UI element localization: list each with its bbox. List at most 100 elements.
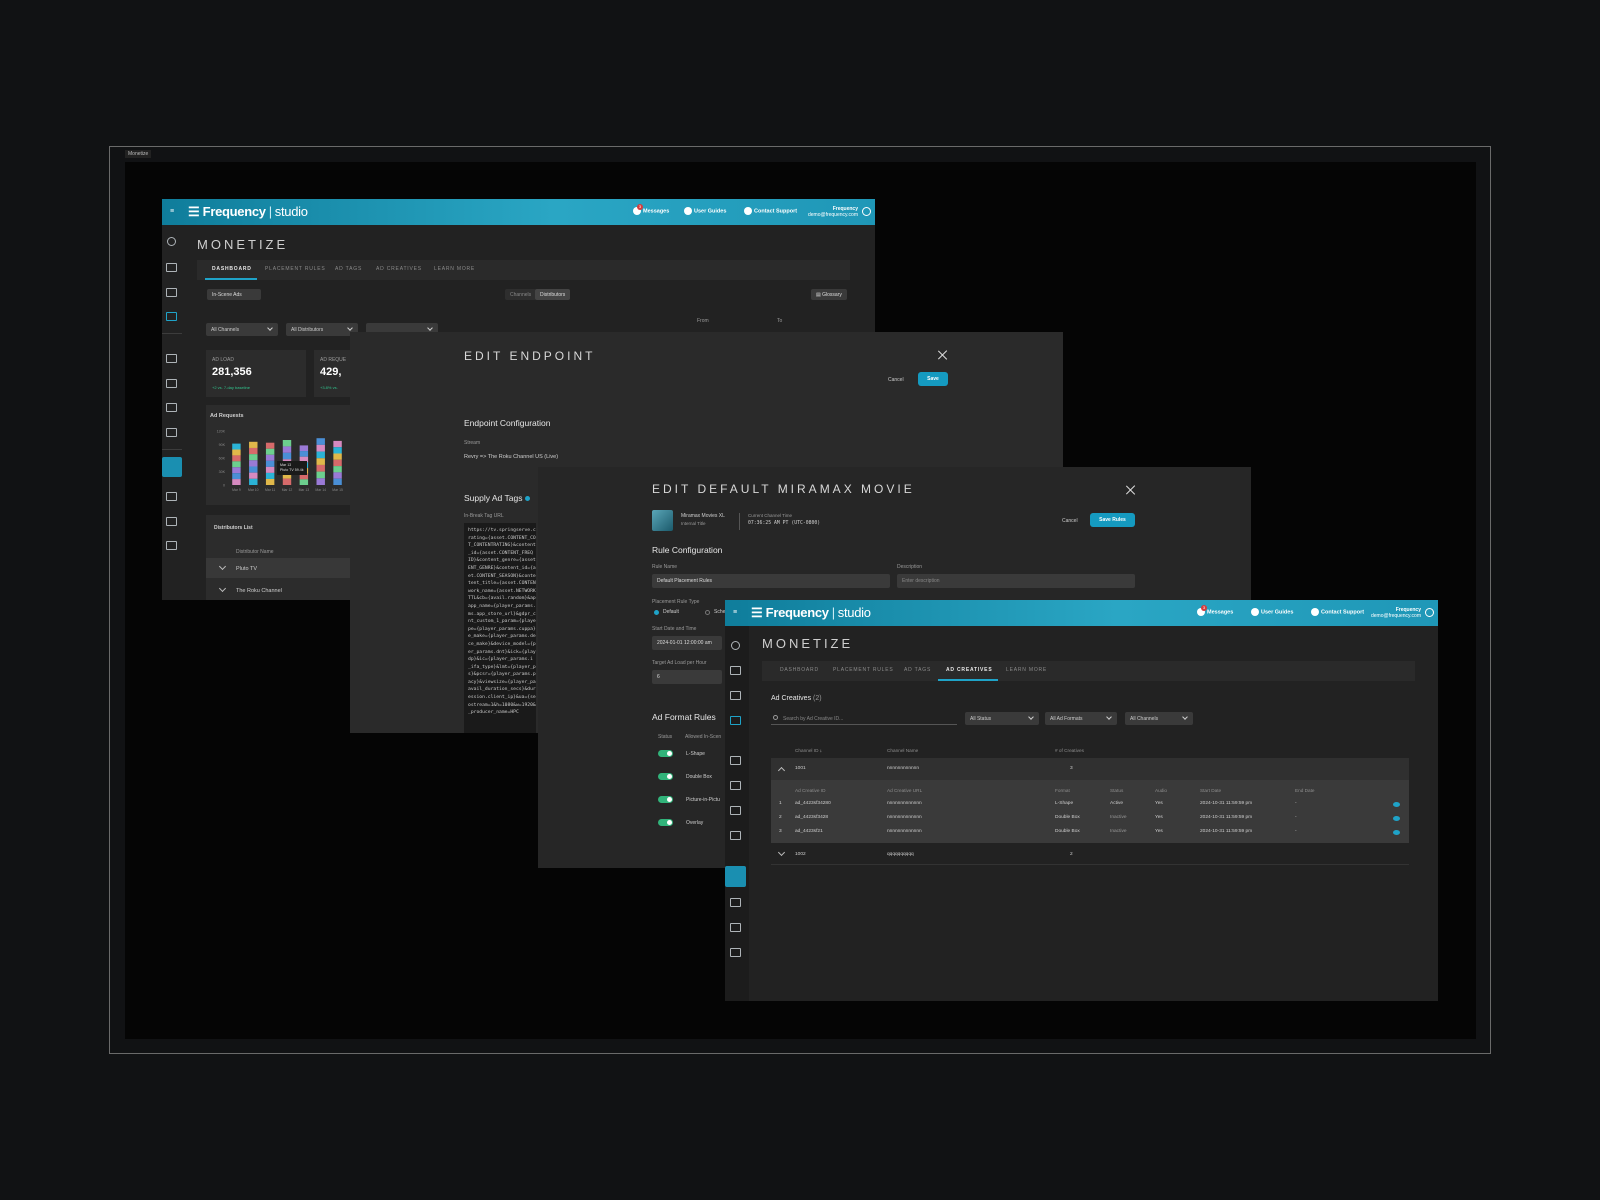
target-load-input[interactable]: 6 [652,670,722,684]
contact-support-link[interactable]: Contact Support [744,207,797,215]
bar-segment [232,473,241,480]
avatar[interactable] [862,207,871,216]
close-icon[interactable] [1126,485,1136,495]
chart-bar[interactable] [232,443,241,485]
nav-schedule-icon[interactable] [730,781,741,790]
menu-icon[interactable]: ≡ [733,609,737,616]
nav-content-icon[interactable] [730,666,741,675]
tab-dashboard[interactable]: DASHBOARD [212,266,252,272]
distributor-name: Pluto TV [236,566,257,572]
nav-upload-icon[interactable] [730,691,741,700]
nav-play-icon[interactable] [730,756,741,765]
tab-ad-creatives[interactable]: AD CREATIVES [946,667,992,673]
table-row[interactable] [206,558,356,578]
contact-support-label: Contact Support [1321,609,1365,616]
chevron-down-icon[interactable] [218,584,227,593]
nav-content-icon[interactable] [166,263,177,272]
user-guides-link[interactable]: User Guides [1251,608,1293,616]
ad-type-filter[interactable]: In-Scene Ads [207,289,261,300]
save-rules-button[interactable]: Save Rules [1090,513,1135,527]
creative-url[interactable]: nnnnnnnnnnnnn [887,829,922,834]
nav-store-icon[interactable] [730,716,741,725]
status-filter[interactable]: All Status [965,712,1039,725]
chart-bar[interactable] [316,438,325,485]
chart-bar[interactable] [333,440,342,485]
glossary-button[interactable]: ▤ Glossary [811,289,847,300]
nav-play-icon[interactable] [166,354,177,363]
chart-bar[interactable] [249,441,258,485]
ad-requests-chart: 120K 90K 60K 30K 0 Mar 9 Mar 10 Mar 11 Mar 12 Mar… [217,430,343,493]
start-date-input[interactable]: 2024-01-01 12:00:00 am [652,636,722,650]
tab-dashboard[interactable]: DASHBOARD [780,667,819,673]
nav-users-icon[interactable] [730,923,741,932]
distributors-dropdown[interactable]: All Distributors [286,323,358,336]
nav-upload-icon[interactable] [166,288,177,297]
tab-placement-rules[interactable]: PLACEMENT RULES [833,667,894,673]
col-channel-id-label: Channel ID [795,748,819,753]
close-icon[interactable] [938,350,948,360]
col-channel-id[interactable]: Channel ID ↓ [795,748,822,753]
cancel-button[interactable]: Cancel [888,377,904,383]
nav-home-icon[interactable] [167,237,176,246]
contact-support-link[interactable]: Contact Support [1311,608,1364,616]
nav-swap-icon[interactable] [730,831,741,840]
tag-url-label: In-Break Tag URL [464,513,504,519]
description-input[interactable]: Enter description [897,574,1135,588]
toggle-l-shape[interactable] [658,750,673,757]
nav-analytics-icon[interactable] [730,898,741,907]
toggle-channels[interactable]: Channels [505,289,537,300]
view-icon[interactable] [1393,830,1400,835]
creative-url[interactable]: nnnnnnnnnnnnn [887,815,922,820]
channel-filter[interactable]: All Channels [1125,712,1193,725]
avatar[interactable] [1425,608,1434,617]
y-tick-label: 60K [219,457,226,461]
nav-reports-icon[interactable] [166,541,177,550]
nav-monetize-item[interactable] [162,457,182,477]
table-row[interactable] [771,758,1409,780]
radio-scheduled[interactable] [705,610,710,615]
nav-users-icon[interactable] [166,517,177,526]
format-filter[interactable]: All Ad Formats [1045,712,1117,725]
tab-placement-rules[interactable]: PLACEMENT RULES [265,266,326,272]
creative-url[interactable]: nnnnnnnnnnnnn [887,801,922,806]
view-icon[interactable] [1393,816,1400,821]
toggle-distributors[interactable]: Distributors [535,289,571,300]
nav-schedule-icon[interactable] [166,379,177,388]
tab-ad-tags[interactable]: AD TAGS [904,667,931,673]
nav-home-icon[interactable] [731,641,740,650]
tab-ad-tags[interactable]: AD TAGS [335,266,362,272]
tooltip-text: Pluto TV 59.4k [280,468,304,472]
nav-analytics-icon[interactable] [166,492,177,501]
user-menu[interactable]: Frequency demo@frequency.com [1371,607,1421,619]
nav-monetize-item[interactable] [725,866,746,887]
user-menu[interactable]: Frequency demo@frequency.com [808,206,858,218]
channels-dropdown[interactable]: All Channels [206,323,278,336]
tab-learn-more[interactable]: LEARN MORE [434,266,475,272]
save-button[interactable]: Save [918,372,948,386]
phone-icon [1311,608,1319,616]
chart-bar[interactable] [265,442,275,485]
toggle-double-box[interactable] [658,773,673,780]
tab-learn-more[interactable]: LEARN MORE [1006,667,1047,673]
nav-layers-icon[interactable] [730,806,741,815]
user-guides-link[interactable]: User Guides [684,207,726,215]
sub-col-format: Format [1055,788,1070,793]
creative-status: Inactive [1110,815,1127,820]
radio-default[interactable] [654,610,659,615]
toggle-overlay[interactable] [658,819,673,826]
view-icon[interactable] [1393,802,1400,807]
nav-reports-icon[interactable] [730,948,741,957]
modal-title: EDIT ENDPOINT [464,349,596,363]
nav-layers-icon[interactable] [166,403,177,412]
brand-logo[interactable]: ☰ Frequency | studio [751,605,871,621]
cancel-button[interactable]: Cancel [1062,518,1078,524]
nav-swap-icon[interactable] [166,428,177,437]
rule-name-input[interactable]: Default Placement Rules [652,574,890,588]
tab-ad-creatives[interactable]: AD CREATIVES [376,266,422,272]
menu-icon[interactable]: ≡ [170,208,174,215]
nav-store-icon[interactable] [166,312,177,321]
search-input[interactable]: Search by Ad Creative ID... [771,712,957,725]
toggle-picture-in-picture[interactable] [658,796,673,803]
tag-url-code[interactable]: https://tv.springserve.c rating={asset.C… [464,523,536,733]
brand-logo[interactable]: ☰ Frequency | studio [188,204,308,220]
